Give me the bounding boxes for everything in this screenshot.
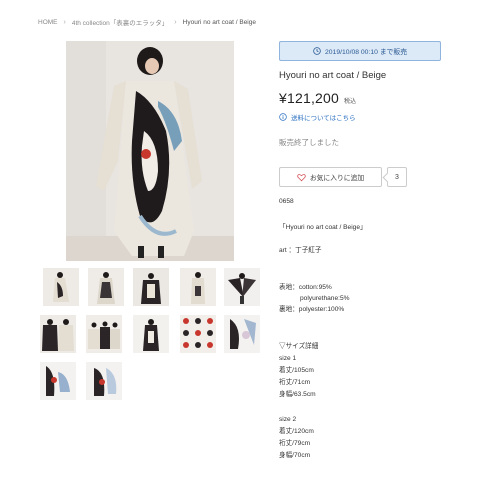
add-to-favorites-button[interactable]: お気に入りに追加 — [279, 167, 382, 187]
clock-icon — [313, 47, 321, 55]
thumbnail-image[interactable] — [86, 362, 122, 400]
description-line: size 1 — [279, 355, 297, 362]
description-line: polyurethane:5% — [300, 295, 350, 302]
thumbnail-image[interactable] — [40, 315, 76, 353]
breadcrumb-home-link[interactable]: HOME — [38, 19, 58, 26]
info-icon — [279, 113, 287, 121]
breadcrumb: HOME › 4th collection「表裏のエラッタ」 › Hyouri … — [38, 17, 256, 28]
main-product-image[interactable] — [66, 41, 234, 261]
product-price: ¥121,200 — [279, 90, 339, 106]
favorite-count: 3 — [387, 167, 407, 187]
thumbnail-image[interactable] — [133, 315, 169, 353]
product-code: 0658 — [279, 198, 294, 205]
description-line: 裏地：polyester:100% — [279, 306, 345, 313]
description-line: 裄丈/79cm — [279, 440, 311, 447]
description-line: 裄丈/71cm — [279, 379, 311, 386]
description-line: 着丈/105cm — [279, 367, 314, 374]
description-line: ▽サイズ詳細 — [279, 343, 319, 350]
description-line: art ：丁子紅子 — [279, 247, 322, 254]
description-line: 表地：cotton:95% — [279, 284, 332, 291]
thumbnail-image[interactable] — [180, 268, 216, 306]
description-line: 身幅/63.5cm — [279, 391, 316, 398]
thumbnail-image[interactable] — [86, 315, 122, 353]
breadcrumb-current: Hyouri no art coat / Beige — [182, 18, 256, 26]
thumbnail-image[interactable] — [180, 315, 216, 353]
thumbnail-image[interactable] — [224, 315, 260, 353]
sale-period-text: 2019/10/08 00:10 まで販売 — [325, 49, 407, 56]
thumbnail-image[interactable] — [43, 268, 79, 306]
sold-out-status: 販売終了しました — [279, 138, 339, 147]
shipping-info-link[interactable]: 送料についてはこちら — [279, 112, 356, 122]
thumbnail-image[interactable] — [88, 268, 124, 306]
price-row: ¥121,200 税込 — [279, 90, 356, 106]
tax-label: 税込 — [344, 99, 357, 105]
description-line: 「Hyouri no art coat / Beige」 — [279, 224, 367, 231]
shipping-link-label[interactable]: 送料についてはこちら — [291, 112, 356, 122]
heart-icon — [297, 173, 306, 181]
description-line: 着丈/120cm — [279, 428, 314, 435]
thumbnail-image[interactable] — [224, 268, 260, 306]
thumbnail-image[interactable] — [133, 268, 169, 306]
breadcrumb-category-link[interactable]: 4th collection「表裏のエラッタ」 — [72, 17, 168, 27]
chevron-right-icon: › — [63, 18, 66, 26]
thumbnail-image[interactable] — [40, 362, 76, 400]
description-line: size 2 — [279, 416, 297, 423]
description-line: 身幅/70cm — [279, 452, 311, 459]
product-title: Hyouri no art coat / Beige — [279, 70, 387, 81]
add-to-favorites-label[interactable]: お気に入りに追加 — [310, 172, 364, 182]
sale-period-banner: 2019/10/08 00:10 まで販売 — [279, 41, 441, 61]
chevron-right-icon: › — [174, 18, 177, 26]
